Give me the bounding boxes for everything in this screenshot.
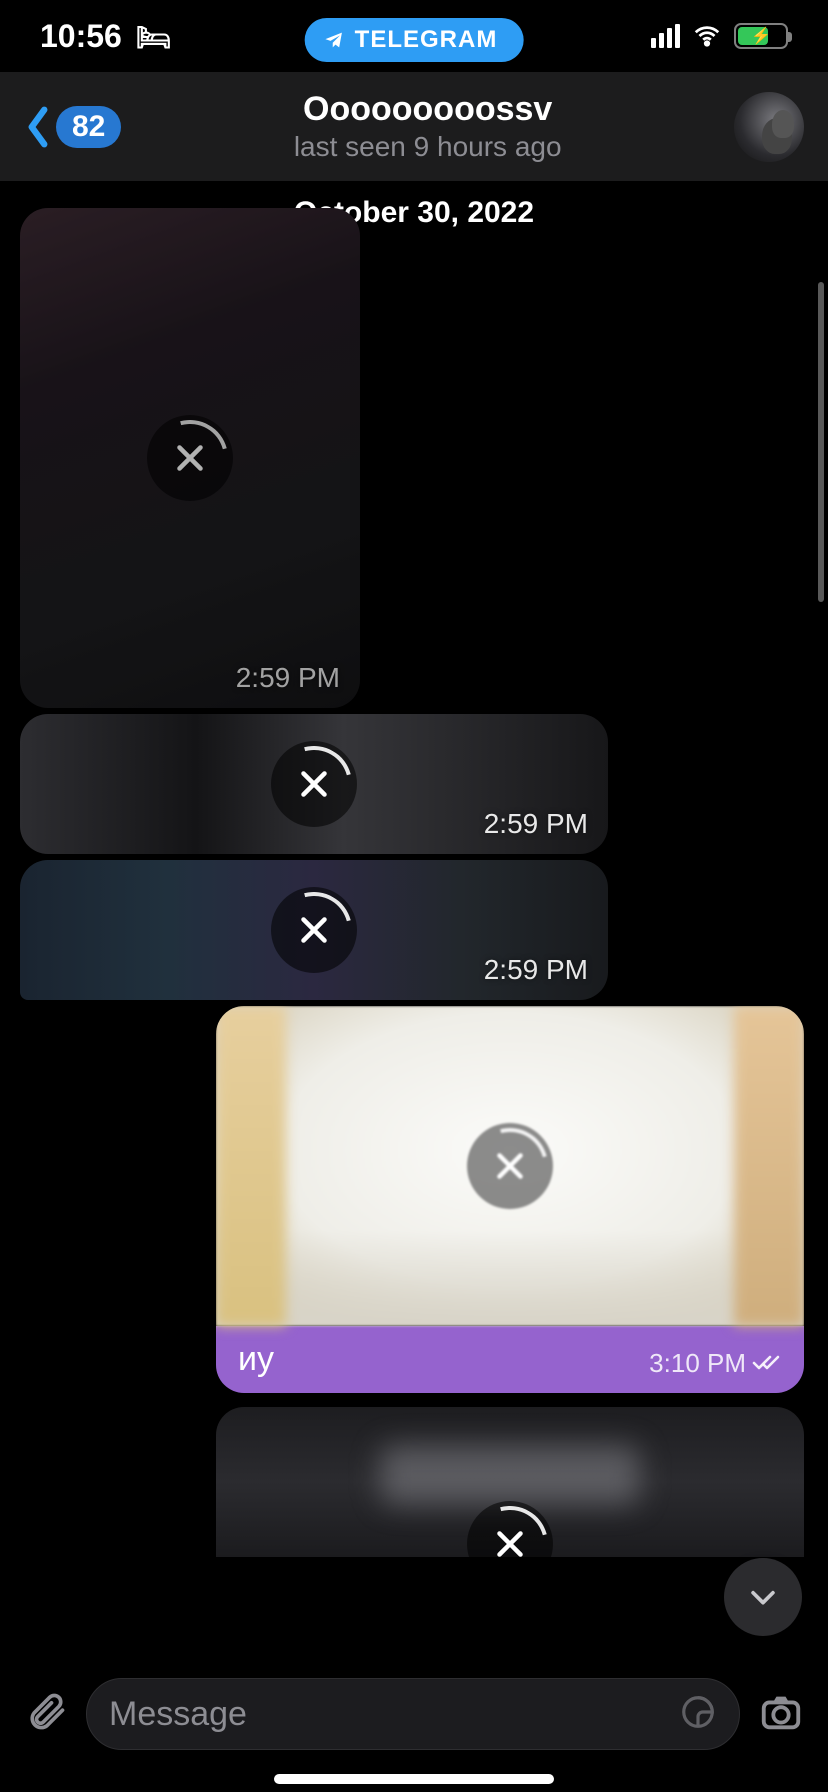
cancel-load-button[interactable]: [147, 415, 233, 501]
scroll-to-bottom-button[interactable]: [724, 1558, 802, 1636]
message-time: 2:59 PM: [236, 662, 340, 694]
incoming-media-message[interactable]: 2:59 PM: [20, 208, 360, 708]
message-caption: иу: [238, 1340, 274, 1379]
chevron-down-icon: [746, 1580, 780, 1614]
paperclip-icon: [24, 1690, 68, 1734]
chevron-left-icon: [24, 105, 52, 149]
message-time: 2:59 PM: [484, 808, 588, 840]
chat-title: Ooooooooossv: [133, 90, 722, 129]
cancel-load-button[interactable]: [271, 887, 357, 973]
input-bar: Message: [0, 1664, 828, 1764]
close-icon: [296, 912, 332, 948]
close-icon: [492, 1526, 528, 1557]
messages-scroll[interactable]: October 30, 2022 2:59 PM 2:59 PM 2:59 PM: [0, 182, 828, 1664]
cellular-icon: [651, 24, 680, 48]
message-time: 2:59 PM: [484, 954, 588, 986]
chat-subtitle: last seen 9 hours ago: [133, 131, 722, 163]
camera-button[interactable]: [758, 1689, 804, 1740]
back-button[interactable]: 82: [24, 105, 121, 149]
outgoing-media-message[interactable]: иу 3:10 PM: [216, 1006, 804, 1393]
attach-button[interactable]: [24, 1690, 68, 1739]
chat-header: 82 Ooooooooossv last seen 9 hours ago: [0, 72, 828, 182]
message-time: 3:10 PM: [649, 1348, 746, 1379]
unread-count-pill: 82: [56, 106, 121, 148]
close-icon: [296, 766, 332, 802]
battery-icon: ⚡: [734, 23, 788, 49]
scrollbar[interactable]: [818, 282, 824, 602]
telegram-icon: [323, 29, 345, 51]
close-icon: [492, 1148, 528, 1184]
sticker-icon: [679, 1693, 717, 1731]
app-return-pill[interactable]: TELEGRAM: [305, 18, 524, 62]
wifi-icon: [692, 21, 722, 51]
close-icon: [172, 440, 208, 476]
read-receipt-icon: [752, 1348, 782, 1379]
status-time: 10:56: [40, 18, 122, 55]
incoming-media-message[interactable]: 2:59 PM: [20, 714, 608, 854]
message-caption-bar: иу 3:10 PM: [216, 1326, 804, 1393]
chat-title-block[interactable]: Ooooooooossv last seen 9 hours ago: [133, 90, 722, 163]
message-placeholder: Message: [109, 1695, 247, 1734]
cancel-load-button[interactable]: [467, 1501, 553, 1557]
camera-icon: [758, 1689, 804, 1735]
avatar[interactable]: [734, 92, 804, 162]
cancel-load-button[interactable]: [271, 741, 357, 827]
cancel-load-button[interactable]: [467, 1123, 553, 1209]
outgoing-media-message[interactable]: [216, 1407, 804, 1557]
home-indicator[interactable]: [274, 1774, 554, 1784]
app-pill-label: TELEGRAM: [355, 26, 498, 54]
sleep-focus-icon: [136, 18, 172, 55]
incoming-media-message[interactable]: 2:59 PM: [20, 860, 608, 1000]
sticker-button[interactable]: [679, 1693, 717, 1736]
message-input[interactable]: Message: [86, 1678, 740, 1750]
